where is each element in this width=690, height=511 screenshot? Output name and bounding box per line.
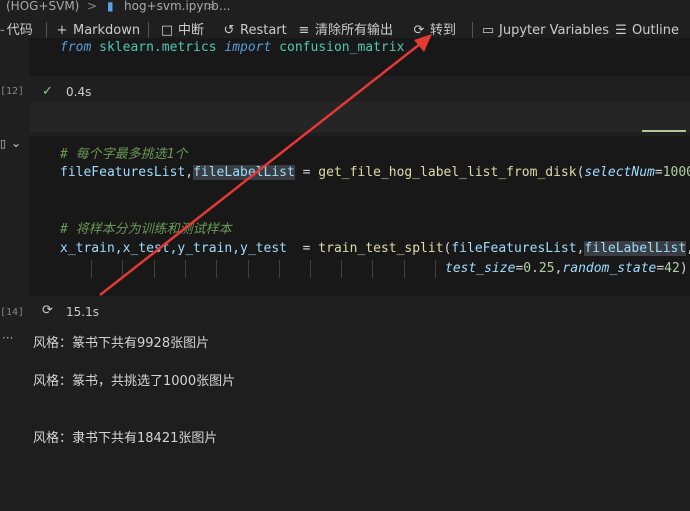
annotation-arrow-shaft	[99, 43, 421, 296]
annotation-arrow	[99, 34, 432, 296]
annotation-arrow-head	[414, 34, 432, 52]
